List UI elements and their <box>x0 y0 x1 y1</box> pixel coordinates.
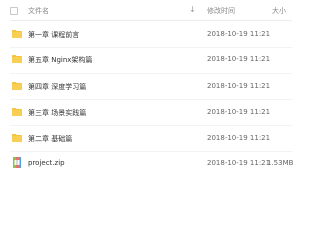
file-row[interactable]: 第一章 课程前言 2018-10-19 11:21 - <box>0 22 300 48</box>
file-name[interactable]: project.zip <box>28 159 65 167</box>
column-header-name[interactable]: 文件名 <box>28 6 49 16</box>
file-row[interactable]: 第二章 基础篇 2018-10-19 11:21 - <box>0 126 300 152</box>
file-list-header: 文件名 ↓ 修改时间 大小 <box>0 0 300 22</box>
folder-icon <box>12 82 22 90</box>
file-name[interactable]: 第三章 场景实践篇 <box>28 108 86 118</box>
file-modified: 2018-10-19 11:21 <box>207 55 271 63</box>
select-all-checkbox[interactable] <box>10 7 18 15</box>
file-name[interactable]: 第一章 课程前言 <box>28 30 79 40</box>
file-modified: 2018-10-19 11:21 <box>207 30 271 38</box>
file-row[interactable]: 第四章 深度学习篇 2018-10-19 11:21 - <box>0 74 300 100</box>
file-name[interactable]: 第四章 深度学习篇 <box>28 82 86 92</box>
folder-icon <box>12 134 22 142</box>
file-modified: 2018-10-19 11:21 <box>207 82 271 90</box>
file-modified: 2018-10-19 11:21 <box>207 108 271 116</box>
file-row[interactable]: 第五章 Nginx架构篇 2018-10-19 11:21 - <box>0 48 300 74</box>
file-size: 1.53MB <box>267 159 294 167</box>
header-divider <box>10 20 292 21</box>
zip-archive-icon <box>13 157 21 168</box>
folder-icon <box>12 30 22 38</box>
file-row[interactable]: 第三章 场景实践篇 2018-10-19 11:21 - <box>0 100 300 126</box>
folder-icon <box>12 55 22 63</box>
column-header-size[interactable]: 大小 <box>272 6 286 16</box>
column-header-modified[interactable]: 修改时间 <box>207 6 235 16</box>
file-row[interactable]: project.zip 2018-10-19 11:21 1.53MB <box>0 152 300 178</box>
file-name[interactable]: 第二章 基础篇 <box>28 134 72 144</box>
file-name[interactable]: 第五章 Nginx架构篇 <box>28 55 92 65</box>
file-modified: 2018-10-19 11:21 <box>207 134 271 142</box>
sort-desc-icon[interactable]: ↓ <box>189 5 196 14</box>
file-modified: 2018-10-19 11:21 <box>207 159 271 167</box>
folder-icon <box>12 108 22 116</box>
